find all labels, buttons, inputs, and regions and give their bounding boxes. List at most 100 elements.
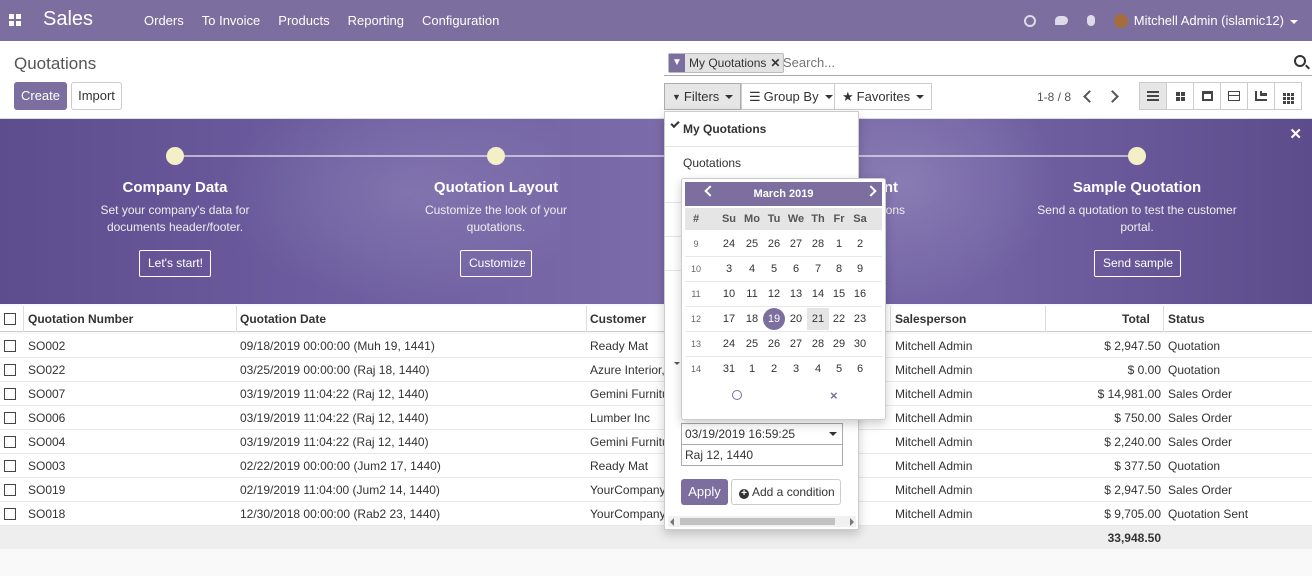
import-button[interactable]: Import bbox=[71, 82, 122, 110]
favorites-button[interactable]: ★ Favorites bbox=[834, 83, 933, 110]
day-cell[interactable]: 13 bbox=[785, 283, 807, 305]
day-cell[interactable]: 27 bbox=[785, 333, 807, 355]
date-condition-select[interactable]: 03/19/2019 16:59:25 bbox=[681, 423, 843, 445]
day-cell[interactable]: 15 bbox=[828, 283, 850, 305]
datepicker-month[interactable]: March 2019 bbox=[685, 182, 882, 206]
day-cell[interactable]: 31 bbox=[718, 358, 740, 380]
user-avatar[interactable] bbox=[1113, 13, 1128, 28]
scroll-left-icon[interactable] bbox=[670, 518, 674, 526]
facet-remove-icon[interactable]: ✕ bbox=[770, 56, 783, 70]
pager-value[interactable]: 1-8 / 8 bbox=[1037, 90, 1071, 104]
table-row[interactable]: SO003 02/22/2019 00:00:00 (Jum2 17, 1440… bbox=[0, 454, 1312, 478]
apps-menu-icon[interactable] bbox=[9, 14, 21, 26]
kanban-view-icon[interactable] bbox=[1166, 82, 1194, 110]
create-button[interactable]: Create bbox=[14, 82, 67, 110]
menu-reporting[interactable]: Reporting bbox=[348, 13, 404, 28]
pager-previous-icon[interactable] bbox=[1083, 89, 1093, 103]
table-row[interactable]: SO019 02/19/2019 11:04:00 (Jum2 14, 1440… bbox=[0, 478, 1312, 502]
col-quotation-date[interactable]: Quotation Date bbox=[240, 312, 326, 326]
col-quotation-number[interactable]: Quotation Number bbox=[28, 312, 133, 326]
day-cell[interactable]: 22 bbox=[828, 308, 850, 330]
menu-orders[interactable]: Orders bbox=[144, 13, 184, 28]
day-cell[interactable]: 5 bbox=[763, 258, 785, 280]
row-checkbox[interactable] bbox=[4, 364, 16, 376]
caret-icon[interactable] bbox=[674, 362, 680, 365]
row-checkbox[interactable] bbox=[4, 436, 16, 448]
day-cell[interactable]: 28 bbox=[807, 333, 829, 355]
col-status[interactable]: Status bbox=[1168, 312, 1205, 326]
day-cell[interactable]: 26 bbox=[763, 233, 785, 255]
row-checkbox[interactable] bbox=[4, 388, 16, 400]
debug-bug-icon[interactable] bbox=[1086, 15, 1095, 26]
day-cell[interactable]: 30 bbox=[849, 333, 871, 355]
send-sample-button[interactable]: Send sample bbox=[1094, 250, 1181, 277]
col-salesperson[interactable]: Salesperson bbox=[895, 312, 966, 326]
add-condition-button[interactable]: + Add a condition bbox=[731, 479, 841, 505]
select-all-checkbox[interactable] bbox=[4, 313, 16, 325]
clock-icon[interactable] bbox=[732, 390, 742, 400]
filters-button[interactable]: ▼ Filters bbox=[664, 83, 742, 110]
lets-start-button[interactable]: Let's start! bbox=[139, 250, 211, 277]
day-cell[interactable]: 9 bbox=[849, 258, 871, 280]
messaging-chat-icon[interactable] bbox=[1054, 16, 1068, 25]
day-cell[interactable]: 25 bbox=[741, 333, 763, 355]
day-cell[interactable]: 7 bbox=[807, 258, 829, 280]
calendar-view-icon[interactable] bbox=[1193, 82, 1221, 110]
day-cell[interactable]: 26 bbox=[763, 333, 785, 355]
user-menu[interactable]: Mitchell Admin (islamic12) bbox=[1134, 13, 1298, 28]
clear-icon[interactable]: × bbox=[830, 388, 838, 403]
day-cell[interactable]: 24 bbox=[718, 333, 740, 355]
filter-quotations[interactable]: Quotations bbox=[683, 156, 741, 170]
menu-to-invoice[interactable]: To Invoice bbox=[202, 13, 261, 28]
search-input[interactable] bbox=[783, 55, 1263, 70]
customize-button[interactable]: Customize bbox=[460, 250, 532, 277]
day-cell[interactable]: 10 bbox=[718, 283, 740, 305]
apply-button[interactable]: Apply bbox=[681, 479, 728, 505]
col-customer[interactable]: Customer bbox=[590, 312, 646, 326]
list-view-icon[interactable] bbox=[1139, 82, 1167, 110]
day-cell[interactable]: 1 bbox=[828, 233, 850, 255]
day-cell[interactable]: 20 bbox=[785, 308, 807, 330]
table-row[interactable]: SO006 03/19/2019 11:04:22 (Raj 12, 1440)… bbox=[0, 406, 1312, 430]
hijri-date-input[interactable]: Raj 12, 1440 bbox=[681, 444, 843, 466]
day-cell[interactable]: 8 bbox=[828, 258, 850, 280]
day-cell[interactable]: 14 bbox=[807, 283, 829, 305]
table-row[interactable]: SO002 09/18/2019 00:00:00 (Muh 19, 1441)… bbox=[0, 334, 1312, 358]
day-cell[interactable]: 17 bbox=[718, 308, 740, 330]
app-brand[interactable]: Sales bbox=[43, 8, 93, 31]
day-cell[interactable]: 3 bbox=[785, 358, 807, 380]
day-cell[interactable]: 24 bbox=[718, 233, 740, 255]
day-cell[interactable]: 3 bbox=[718, 258, 740, 280]
menu-configuration[interactable]: Configuration bbox=[422, 13, 499, 28]
horizontal-scrollbar[interactable] bbox=[668, 516, 856, 527]
pager-next-icon[interactable] bbox=[1108, 89, 1118, 103]
row-checkbox[interactable] bbox=[4, 340, 16, 352]
day-cell[interactable]: 5 bbox=[828, 358, 850, 380]
activity-view-icon[interactable] bbox=[1274, 82, 1302, 110]
day-cell[interactable]: 12 bbox=[763, 283, 785, 305]
row-checkbox[interactable] bbox=[4, 460, 16, 472]
row-checkbox[interactable] bbox=[4, 484, 16, 496]
day-cell[interactable]: 21 bbox=[807, 308, 829, 330]
table-row[interactable]: SO022 03/25/2019 00:00:00 (Raj 18, 1440)… bbox=[0, 358, 1312, 382]
row-checkbox[interactable] bbox=[4, 412, 16, 424]
day-cell[interactable]: 19 bbox=[763, 308, 785, 330]
day-cell[interactable]: 23 bbox=[849, 308, 871, 330]
day-cell[interactable]: 16 bbox=[849, 283, 871, 305]
day-cell[interactable]: 18 bbox=[741, 308, 763, 330]
scroll-thumb[interactable] bbox=[680, 518, 835, 525]
day-cell[interactable]: 4 bbox=[807, 358, 829, 380]
pivot-view-icon[interactable] bbox=[1220, 82, 1248, 110]
menu-products[interactable]: Products bbox=[278, 13, 329, 28]
day-cell[interactable]: 6 bbox=[785, 258, 807, 280]
activity-clock-icon[interactable] bbox=[1023, 14, 1036, 27]
day-cell[interactable]: 6 bbox=[849, 358, 871, 380]
table-row[interactable]: SO007 03/19/2019 11:04:22 (Raj 12, 1440)… bbox=[0, 382, 1312, 406]
groupby-button[interactable]: ☰ Group By bbox=[741, 83, 841, 110]
day-cell[interactable]: 11 bbox=[741, 283, 763, 305]
day-cell[interactable]: 1 bbox=[741, 358, 763, 380]
day-cell[interactable]: 27 bbox=[785, 233, 807, 255]
day-cell[interactable]: 4 bbox=[741, 258, 763, 280]
row-checkbox[interactable] bbox=[4, 508, 16, 520]
day-cell[interactable]: 2 bbox=[849, 233, 871, 255]
